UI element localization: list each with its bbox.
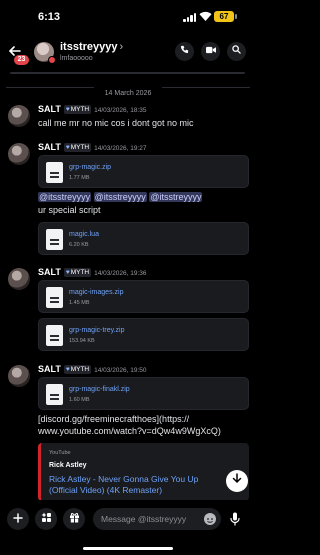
unread-badge: 23 xyxy=(14,55,29,65)
clock: 6:13 xyxy=(38,11,61,23)
search-icon[interactable] xyxy=(227,42,246,61)
message-text: call me mr no mic cos i dont got no mic xyxy=(38,118,194,128)
avatar[interactable] xyxy=(8,268,30,290)
file-icon xyxy=(46,287,63,308)
dm-header: 23 itsstreyyyy › lmfaooooo xyxy=(0,34,256,70)
timestamp: 14/03/2026, 19:50 xyxy=(94,367,147,374)
file-name[interactable]: grp-magic.zip xyxy=(69,164,111,171)
guild-tag[interactable]: ♥MYTH xyxy=(63,365,92,374)
message-text: ur special script xyxy=(38,205,101,215)
message-placeholder: Message @itsstreyyyy xyxy=(101,514,187,524)
guild-tag[interactable]: ♥MYTH xyxy=(63,143,92,152)
battery-icon: 67 xyxy=(214,11,237,22)
file-attachment[interactable]: grp-magic.zip 1.77 MB xyxy=(38,155,249,188)
avatar[interactable] xyxy=(8,105,30,127)
avatar[interactable] xyxy=(8,365,30,387)
user-mention[interactable]: @itsstreyyyy xyxy=(149,192,203,202)
message-link-line-1[interactable]: [discord.gg/freeminecrafthoes](https:// xyxy=(38,413,189,425)
mentions-line: @itsstreyyyy @itsstreyyyy @itsstreyyyy xyxy=(38,191,203,203)
message-input[interactable]: Message @itsstreyyyy xyxy=(93,508,221,530)
emoji-icon[interactable] xyxy=(204,513,216,525)
microphone-icon[interactable] xyxy=(230,512,240,526)
author-name[interactable]: SALT xyxy=(38,104,61,114)
home-indicator xyxy=(83,547,173,550)
file-attachment[interactable]: magic-images.zip 1.45 MB xyxy=(38,280,249,313)
file-icon xyxy=(46,325,63,346)
custom-status: lmfaooooo xyxy=(60,55,93,62)
video-icon[interactable] xyxy=(201,42,220,61)
message-header: SALT ♥MYTH 14/03/2026, 19:36 xyxy=(38,267,147,277)
file-icon xyxy=(46,229,63,250)
heart-icon: ♥ xyxy=(65,144,70,151)
wifi-icon xyxy=(199,11,212,22)
dnd-status-icon xyxy=(48,56,56,64)
timestamp: 14/03/2026, 18:35 xyxy=(94,107,147,114)
timestamp: 14/03/2026, 19:27 xyxy=(94,145,147,152)
message-header: SALT ♥MYTH 14/03/2026, 19:27 xyxy=(38,142,147,152)
gift-icon[interactable] xyxy=(63,508,85,530)
phone-icon[interactable] xyxy=(175,42,194,61)
heart-icon: ♥ xyxy=(65,269,70,276)
chevron-right-icon: › xyxy=(119,41,124,53)
date-label: 14 March 2026 xyxy=(104,90,152,97)
signal-icon xyxy=(183,13,197,22)
user-mention[interactable]: @itsstreyyyy xyxy=(38,192,92,202)
embed-title[interactable]: Rick Astley - Never Gonna Give You Up (O… xyxy=(49,474,221,496)
file-name[interactable]: magic.lua xyxy=(69,231,99,238)
link-embed[interactable]: YouTube Rick Astley Rick Astley - Never … xyxy=(38,443,249,501)
author-name[interactable]: SALT xyxy=(38,364,61,374)
plus-icon[interactable] xyxy=(7,508,29,530)
file-size: 1.60 MB xyxy=(69,397,90,403)
username-title[interactable]: itsstreyyyy › xyxy=(60,41,123,53)
heart-icon: ♥ xyxy=(65,106,70,113)
embed-author[interactable]: Rick Astley xyxy=(49,462,86,469)
avatar[interactable] xyxy=(34,42,56,64)
file-attachment[interactable]: magic.lua 6.20 KB xyxy=(38,222,249,255)
arrow-down-icon[interactable] xyxy=(226,470,248,492)
file-size: 1.45 MB xyxy=(69,300,90,306)
previous-content-divider xyxy=(10,72,245,74)
timestamp: 14/03/2026, 19:36 xyxy=(94,270,147,277)
file-icon xyxy=(46,384,63,405)
file-icon xyxy=(46,162,63,183)
file-size: 6.20 KB xyxy=(69,242,89,248)
username: itsstreyyyy xyxy=(60,41,118,53)
avatar[interactable] xyxy=(8,143,30,165)
apps-icon[interactable] xyxy=(35,508,57,530)
guild-tag[interactable]: ♥MYTH xyxy=(63,268,92,277)
file-size: 1.77 MB xyxy=(69,175,90,181)
file-name[interactable]: magic-images.zip xyxy=(69,289,123,296)
message-link-line-2[interactable]: www.youtube.com/watch?v=dQw4w9WgXcQ) xyxy=(38,425,221,437)
status-bar: 6:13 67 xyxy=(0,0,256,34)
file-name[interactable]: grp-magic-trey.zip xyxy=(69,327,125,334)
author-name[interactable]: SALT xyxy=(38,142,61,152)
embed-provider[interactable]: YouTube xyxy=(49,450,71,456)
message-header: SALT ♥MYTH 14/03/2026, 18:35 xyxy=(38,104,147,114)
file-name[interactable]: grp-magic-finakl.zip xyxy=(69,386,130,393)
heart-icon: ♥ xyxy=(65,366,70,373)
file-attachment[interactable]: grp-magic-finakl.zip 1.60 MB xyxy=(38,377,249,410)
date-divider: 14 March 2026 xyxy=(0,82,256,100)
guild-tag[interactable]: ♥MYTH xyxy=(63,105,92,114)
file-attachment[interactable]: grp-magic-trey.zip 153.94 KB xyxy=(38,318,249,351)
message-header: SALT ♥MYTH 14/03/2026, 19:50 xyxy=(38,364,147,374)
author-name[interactable]: SALT xyxy=(38,267,61,277)
user-mention[interactable]: @itsstreyyyy xyxy=(93,192,147,202)
file-size: 153.94 KB xyxy=(69,338,95,344)
